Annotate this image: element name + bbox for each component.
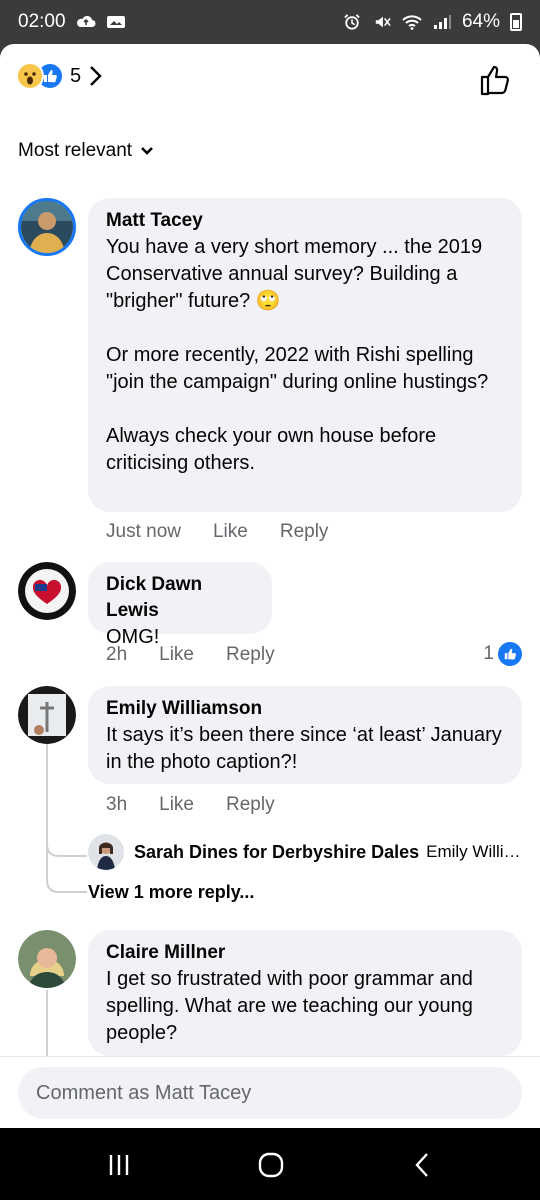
comment-bubble-emily-williamson[interactable]: Emily Williamson It says it’s been there… [88, 686, 522, 784]
reply-snippet: Emily Williamson [426, 842, 528, 861]
cloud-upload-icon [76, 15, 96, 27]
home-icon[interactable] [256, 1150, 286, 1180]
like-button-icon[interactable] [478, 62, 514, 98]
chevron-right-icon [90, 66, 102, 86]
comment-actions: 3h Like Reply [106, 794, 307, 816]
reply-author[interactable]: Sarah Dines for Derbyshire Dales [134, 842, 419, 863]
avatar-sarah-dines[interactable] [88, 834, 124, 870]
view-more-replies[interactable]: View 1 more reply... [88, 882, 254, 903]
comment-time: 3h [106, 794, 128, 815]
reply-preview[interactable]: Sarah Dines for Derbyshire Dales Emily W… [88, 834, 528, 870]
comment-bubble-matt-tacey[interactable]: Matt Tacey You have a very short memory … [88, 198, 522, 512]
back-icon[interactable] [408, 1150, 438, 1180]
recent-apps-icon[interactable] [104, 1150, 134, 1180]
reply-action[interactable]: Reply [226, 644, 275, 666]
comment-actions: 2h Like Reply [106, 644, 307, 666]
navigation-bar [0, 1128, 540, 1200]
thread-branch [46, 824, 87, 893]
comment-time: 2h [106, 644, 128, 665]
comment-text: It says it’s been there since ‘at least’… [106, 724, 502, 773]
like-action[interactable]: Like [159, 794, 194, 816]
comment-reaction-count[interactable]: 1 [483, 642, 522, 666]
like-reaction-icon [498, 642, 522, 666]
reactions-summary[interactable]: 5 [16, 62, 103, 90]
chevron-down-icon [141, 147, 153, 155]
mute-icon [375, 16, 391, 28]
like-action[interactable]: Like [213, 521, 248, 543]
thread-connector [46, 990, 48, 1056]
alarm-icon [344, 14, 360, 30]
wow-emoji-icon [16, 62, 44, 90]
comment-author[interactable]: Emily Williamson [106, 696, 504, 722]
comments-sheet: 5 Most relevant Matt Tacey You have a ve… [0, 44, 540, 1128]
battery-percent: 64% [461, 11, 500, 32]
reaction-count: 5 [70, 64, 82, 87]
like-action[interactable]: Like [159, 644, 194, 666]
comment-composer: Comment as Matt Tacey [0, 1056, 540, 1128]
comment-author[interactable]: Claire Millner [106, 940, 504, 966]
comment-text: You have a very short memory ... the 201… [106, 236, 489, 474]
comment-time: Just now [106, 521, 181, 542]
comment-actions: Just now Like Reply [106, 521, 360, 543]
sort-label: Most relevant [18, 140, 133, 161]
avatar-emily-williamson[interactable] [18, 686, 76, 744]
gallery-notification-icon [106, 16, 125, 28]
comment-author[interactable]: Dick Dawn Lewis [106, 572, 254, 624]
comment-input[interactable]: Comment as Matt Tacey [18, 1067, 522, 1119]
battery-icon [510, 13, 522, 31]
status-time: 02:00 [18, 11, 66, 32]
comment-bubble-dick-dawn-lewis[interactable]: Dick Dawn Lewis OMG! [88, 562, 272, 648]
reply-action[interactable]: Reply [226, 794, 275, 816]
avatar-dick-dawn-lewis[interactable] [18, 562, 76, 620]
avatar-matt-tacey[interactable] [18, 198, 76, 256]
status-bar: 02:00 64% [0, 0, 540, 44]
signal-icon [433, 15, 451, 29]
sort-dropdown[interactable]: Most relevant [18, 140, 154, 162]
avatar-claire-millner[interactable] [18, 930, 76, 988]
comment-author[interactable]: Matt Tacey [106, 208, 504, 234]
comment-text: I get so frustrated with poor grammar an… [106, 968, 473, 1044]
comment-bubble-claire-millner[interactable]: Claire Millner I get so frustrated with … [88, 930, 522, 1056]
reply-action[interactable]: Reply [280, 521, 329, 543]
reaction-number: 1 [483, 643, 494, 664]
wifi-icon [402, 15, 422, 30]
